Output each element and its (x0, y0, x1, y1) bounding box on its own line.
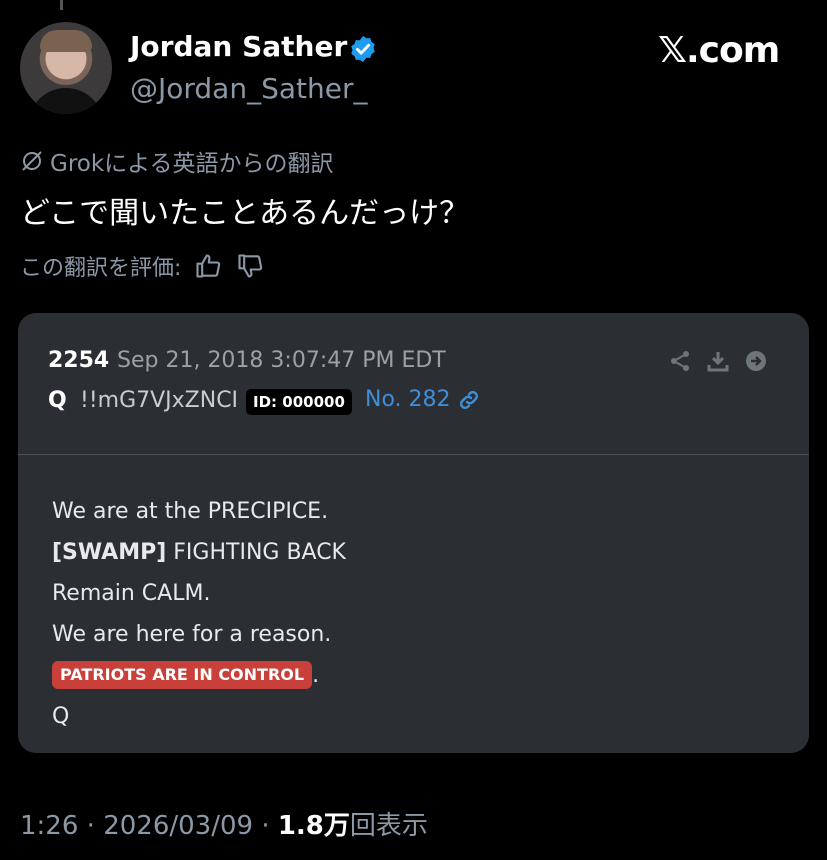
view-count-unit: 万 (323, 811, 350, 841)
card-divider (18, 454, 809, 455)
post-line-text: FIGHTING BACK (173, 540, 346, 565)
post-line: PATRIOTS ARE IN CONTROL. (52, 661, 346, 702)
quoted-post-card[interactable]: 2254 Sep 21, 2018 3:07:47 PM EDT Q !!mG7… (18, 313, 809, 753)
author-handle[interactable]: @Jordan_Sather_ (130, 72, 367, 105)
post-line: [SWAMP] FIGHTING BACK (52, 538, 346, 579)
brand-watermark: 𝕏.com (658, 30, 780, 71)
grok-icon (22, 151, 42, 171)
avatar[interactable] (20, 22, 112, 114)
poster-name: Q (48, 388, 67, 413)
post-line: We are at the PRECIPICE. (52, 499, 329, 524)
post-line: Q (52, 704, 70, 729)
post-tools (668, 349, 768, 373)
tweet-meta: 1:26 · 2026/03/09 · 1.8万回表示 (20, 805, 428, 842)
post-body: We are at the PRECIPICE. [SWAMP] FIGHTIN… (52, 497, 346, 743)
tripcode: !!mG7VJxZNCI (80, 388, 239, 413)
rate-translation: この翻訳を評価: (20, 250, 265, 282)
view-count[interactable]: 1.8万 (278, 811, 350, 841)
translation-source: Grokによる英語からの翻訳 (20, 144, 333, 178)
id-badge: ID: 000000 (246, 389, 352, 415)
avatar-hair (40, 30, 92, 52)
meta-separator: · (86, 811, 95, 841)
avatar-shirt (28, 88, 104, 114)
link-icon[interactable] (457, 388, 481, 412)
tweet-date[interactable]: 2026/03/09 (103, 811, 253, 841)
post-number: 2254 (48, 348, 110, 373)
translated-text: どこで聞いたことあるんだっけ？ (20, 196, 470, 231)
post-line: Remain CALM. (52, 581, 211, 606)
rate-translation-label: この翻訳を評価: (20, 256, 182, 281)
arrow-right-circle-icon[interactable] (744, 349, 768, 373)
thumbs-down-icon[interactable] (235, 252, 265, 280)
author-name[interactable]: Jordan Sather (130, 30, 347, 63)
share-icon[interactable] (668, 349, 692, 373)
view-count-number: 1.8 (277, 811, 324, 841)
tweet-time[interactable]: 1:26 (20, 811, 78, 841)
view-count-label: 回表示 (349, 811, 428, 841)
post-line-period: . (312, 663, 320, 688)
highlight-pill: PATRIOTS ARE IN CONTROL (52, 661, 313, 689)
meta-separator: · (261, 811, 270, 841)
post-line: We are here for a reason. (52, 622, 332, 647)
thread-connector-line (60, 0, 63, 10)
verified-badge-icon (351, 35, 375, 63)
post-date: Sep 21, 2018 3:07:47 PM EDT (117, 348, 446, 373)
translation-source-label: Grokによる英語からの翻訳 (50, 151, 334, 177)
download-icon[interactable] (706, 349, 730, 373)
post-number-link[interactable]: No. 282 (365, 387, 481, 412)
swamp-tag: [SWAMP] (52, 540, 167, 565)
thumbs-up-icon[interactable] (193, 252, 223, 280)
post-number-label[interactable]: No. 282 (365, 387, 451, 412)
